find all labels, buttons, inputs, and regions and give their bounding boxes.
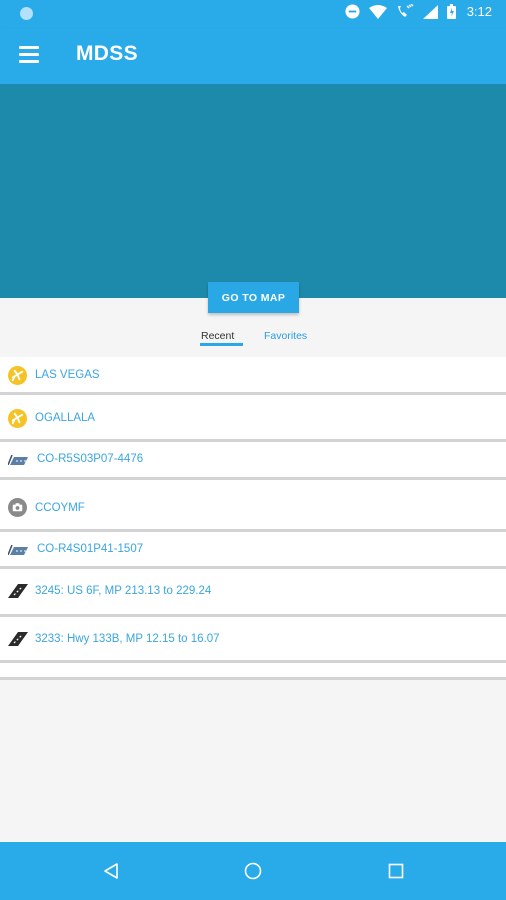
wifi-icon: [368, 4, 387, 19]
home-icon[interactable]: [244, 862, 262, 880]
back-icon[interactable]: [103, 862, 119, 880]
list-item[interactable]: OGALLALA: [0, 395, 506, 442]
road-segment-icon: [8, 455, 28, 465]
menu-icon[interactable]: [19, 46, 41, 64]
airport-icon: [8, 409, 27, 428]
recent-list: LAS VEGAS OGALLALA CO-R5S03P07-4476 CCOY…: [0, 357, 506, 680]
list-item-label: CO-R5S03P07-4476: [37, 453, 144, 465]
list-item-label: 3233: Hwy 133B, MP 12.15 to 16.07: [35, 633, 220, 645]
list-item-label: CO-R4S01P41-1507: [37, 543, 144, 555]
road-icon: [8, 632, 28, 646]
list-item-label: LAS VEGAS: [35, 369, 100, 381]
system-nav-bar: [0, 842, 506, 900]
road-icon: [8, 584, 28, 598]
road-segment-icon: [8, 545, 28, 555]
app-bar: MDSS: [0, 28, 506, 84]
list-item[interactable]: 3245: US 6F, MP 213.13 to 229.24: [0, 569, 506, 617]
list-item[interactable]: 3233: Hwy 133B, MP 12.15 to 16.07: [0, 617, 506, 663]
list-item[interactable]: CO-R4S01P41-1507: [0, 532, 506, 569]
cellular-signal-icon: [422, 4, 438, 19]
tab-recent[interactable]: Recent: [201, 330, 234, 342]
status-bar: 3:12: [0, 0, 506, 28]
tab-favorites[interactable]: Favorites: [264, 330, 307, 342]
list-item-label: CCOYMF: [35, 502, 85, 514]
airport-icon: [8, 366, 27, 385]
recents-icon[interactable]: [388, 863, 404, 879]
call-signal-icon: [397, 4, 414, 17]
app-title: MDSS: [76, 42, 138, 65]
status-time: 3:12: [466, 4, 492, 19]
status-icons: 3:12: [345, 4, 492, 19]
go-to-map-button[interactable]: GO TO MAP: [208, 282, 299, 313]
camera-icon: [8, 498, 27, 517]
list-item[interactable]: CCOYMF: [0, 480, 506, 532]
list-item[interactable]: CO-R5S03P07-4476: [0, 442, 506, 480]
list-item-label: 3245: US 6F, MP 213.13 to 229.24: [35, 585, 212, 597]
list-item[interactable]: LAS VEGAS: [0, 357, 506, 395]
list-item-empty: [0, 663, 506, 680]
notification-dot-icon: [20, 7, 33, 20]
tab-bar: Recent Favorites: [0, 326, 506, 350]
map-preview[interactable]: [0, 84, 506, 298]
list-item-label: OGALLALA: [35, 412, 96, 424]
battery-icon: [446, 4, 456, 19]
active-tab-indicator: [200, 343, 243, 346]
do-not-disturb-icon: [345, 4, 360, 19]
